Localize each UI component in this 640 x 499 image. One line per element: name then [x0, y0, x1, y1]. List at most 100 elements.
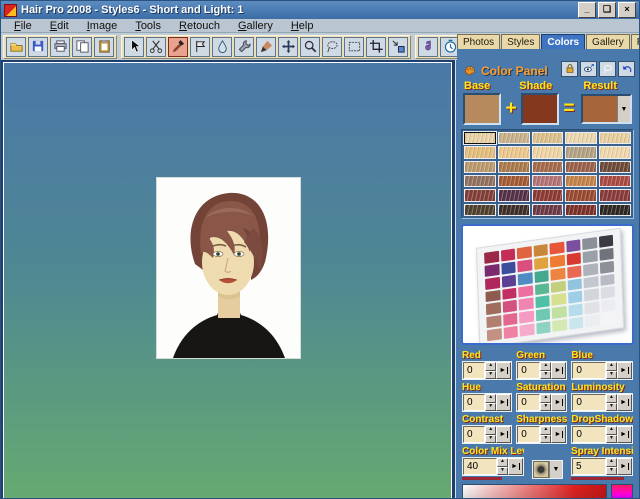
- luminosity-reset-button[interactable]: ►: [617, 394, 632, 411]
- hue-spinner[interactable]: ▲▼: [485, 394, 496, 411]
- sharpness-reset-button[interactable]: ►: [551, 426, 566, 443]
- hair-swatch[interactable]: [599, 204, 631, 216]
- cut-button[interactable]: [146, 37, 166, 57]
- hair-swatch[interactable]: [599, 132, 631, 144]
- hair-swatch[interactable]: [464, 146, 496, 158]
- hair-swatch[interactable]: [532, 146, 564, 158]
- green-reset-button[interactable]: ►: [551, 362, 566, 379]
- blue-value[interactable]: 0: [572, 362, 606, 379]
- shade-color-swatch[interactable]: [521, 93, 559, 125]
- hair-swatch[interactable]: [565, 175, 597, 187]
- hair-swatch[interactable]: [498, 204, 530, 216]
- red-spinner[interactable]: ▲▼: [485, 362, 496, 379]
- spray-intensity-value[interactable]: 5: [572, 458, 606, 475]
- saturation-reset-button[interactable]: ►: [551, 394, 566, 411]
- menu-item-image[interactable]: Image: [78, 20, 127, 32]
- spray-intensity-reset-button[interactable]: ►: [617, 458, 632, 475]
- color-mix-level-spinner[interactable]: ▲▼: [497, 458, 508, 475]
- makeup-palette-photo[interactable]: [461, 224, 634, 345]
- green-spinner[interactable]: ▲▼: [540, 362, 551, 379]
- picker-button[interactable]: [580, 61, 597, 77]
- blue-reset-button[interactable]: ►: [617, 362, 632, 379]
- brush-button[interactable]: [256, 37, 276, 57]
- hair-swatch[interactable]: [565, 146, 597, 158]
- hair-swatch[interactable]: [498, 189, 530, 201]
- contrast-reset-button[interactable]: ►: [496, 426, 511, 443]
- hue-value[interactable]: 0: [463, 394, 485, 411]
- menu-item-edit[interactable]: Edit: [41, 20, 78, 32]
- droplet-button[interactable]: [212, 37, 232, 57]
- contrast-value[interactable]: 0: [463, 426, 485, 443]
- lasso-button[interactable]: [322, 37, 342, 57]
- blue-spinner[interactable]: ▲▼: [606, 362, 617, 379]
- luminosity-spinner[interactable]: ▲▼: [606, 394, 617, 411]
- green-value[interactable]: 0: [517, 362, 540, 379]
- hair-swatch[interactable]: [599, 175, 631, 187]
- hue-bar[interactable]: [611, 484, 633, 499]
- tab-preview[interactable]: Preview: [631, 34, 640, 49]
- hair-swatch[interactable]: [532, 189, 564, 201]
- eyedropper-button[interactable]: [168, 37, 188, 57]
- menu-item-tools[interactable]: Tools: [126, 20, 170, 32]
- saturation-value[interactable]: 0: [517, 394, 540, 411]
- undo-button[interactable]: [618, 61, 635, 77]
- result-color-dropdown[interactable]: ▼: [581, 94, 632, 124]
- hair-swatch[interactable]: [565, 204, 597, 216]
- hair-swatch[interactable]: [464, 204, 496, 216]
- select-button[interactable]: [124, 37, 144, 57]
- hue-reset-button[interactable]: ►: [496, 394, 511, 411]
- hair-swatch[interactable]: [532, 204, 564, 216]
- dropshadow-reset-button[interactable]: ►: [617, 426, 632, 443]
- lasso-select-button[interactable]: [599, 61, 616, 77]
- tab-photos[interactable]: Photos: [457, 34, 500, 49]
- print-button[interactable]: [50, 37, 70, 57]
- tab-gallery[interactable]: Gallery: [586, 34, 630, 49]
- base-color-swatch[interactable]: [463, 93, 501, 125]
- close-button[interactable]: ×: [618, 2, 636, 18]
- red-value[interactable]: 0: [463, 362, 485, 379]
- saturation-value-picker[interactable]: [462, 484, 607, 499]
- hair-swatch[interactable]: [498, 146, 530, 158]
- hair-swatch[interactable]: [532, 175, 564, 187]
- color-mix-level-value[interactable]: 40: [463, 458, 497, 475]
- hair-swatch[interactable]: [599, 146, 631, 158]
- save-button[interactable]: [28, 37, 48, 57]
- menu-item-retouch[interactable]: Retouch: [170, 20, 229, 32]
- copy-button[interactable]: [72, 37, 92, 57]
- color-mix-level-reset-button[interactable]: ►: [508, 458, 523, 475]
- red-reset-button[interactable]: ►: [496, 362, 511, 379]
- hair-swatch[interactable]: [498, 175, 530, 187]
- crop-button[interactable]: [366, 37, 386, 57]
- hair-swatch[interactable]: [464, 132, 496, 144]
- hair-swatch[interactable]: [464, 189, 496, 201]
- hair-swatch[interactable]: [498, 161, 530, 173]
- hair-swatch[interactable]: [599, 161, 631, 173]
- maximize-button[interactable]: ❑: [598, 2, 616, 18]
- tab-styles[interactable]: Styles: [501, 34, 540, 49]
- dropshadow-value[interactable]: 0: [572, 426, 606, 443]
- hair-swatch[interactable]: [565, 132, 597, 144]
- portrait-photo[interactable]: [157, 178, 300, 358]
- spray-shape-dropdown[interactable]: ▼: [532, 460, 563, 479]
- hair-swatch[interactable]: [464, 175, 496, 187]
- rect-select-button[interactable]: [344, 37, 364, 57]
- sharpness-spinner[interactable]: ▲▼: [540, 426, 551, 443]
- menu-item-file[interactable]: File: [5, 20, 41, 32]
- chevron-down-icon[interactable]: ▼: [549, 461, 562, 478]
- spray-intensity-spinner[interactable]: ▲▼: [606, 458, 617, 475]
- lock-button[interactable]: [561, 61, 578, 77]
- hair-swatch[interactable]: [532, 161, 564, 173]
- hair-swatch[interactable]: [565, 189, 597, 201]
- hair-swatch[interactable]: [464, 161, 496, 173]
- effects-button[interactable]: [418, 37, 438, 57]
- hair-swatch[interactable]: [532, 132, 564, 144]
- open-button[interactable]: [6, 37, 26, 57]
- fill-button[interactable]: [190, 37, 210, 57]
- menu-item-help[interactable]: Help: [282, 20, 323, 32]
- chevron-down-icon[interactable]: ▼: [617, 96, 630, 122]
- luminosity-value[interactable]: 0: [572, 394, 606, 411]
- paste-button[interactable]: [94, 37, 114, 57]
- hair-swatch[interactable]: [565, 161, 597, 173]
- wrench-button[interactable]: [234, 37, 254, 57]
- saturation-spinner[interactable]: ▲▼: [540, 394, 551, 411]
